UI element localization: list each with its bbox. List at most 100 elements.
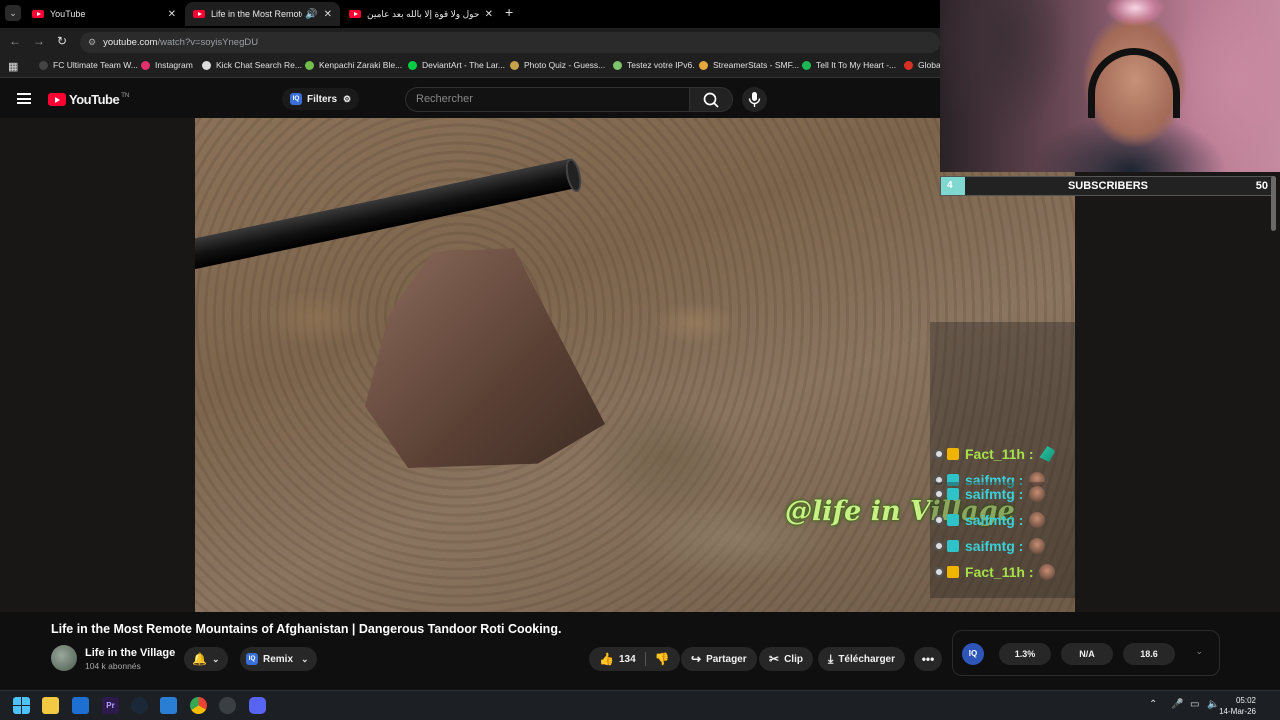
- back-icon[interactable]: ←: [9, 34, 21, 48]
- scrollbar[interactable]: [1271, 176, 1276, 231]
- premiere-pro-icon[interactable]: Pr: [102, 697, 119, 714]
- chat-username: Fact_11h :: [965, 564, 1034, 580]
- tab-active-video[interactable]: Life in the Most Remote Mo 🔊 ✕: [185, 2, 340, 26]
- scissors-icon: ✂: [769, 652, 780, 666]
- display-tray-icon[interactable]: ▭: [1190, 699, 1199, 710]
- channel-subscriber-count: 104 k abonnés: [85, 661, 141, 671]
- bookmark-photo-quiz[interactable]: Photo Quiz - Guess...: [510, 60, 605, 70]
- divider: [644, 652, 646, 666]
- bookmark-kenpachi[interactable]: Kenpachi Zaraki Ble...: [305, 60, 402, 70]
- tab-youtube[interactable]: YouTube ✕: [24, 2, 184, 26]
- discord-icon[interactable]: [249, 697, 266, 714]
- forward-icon[interactable]: →: [33, 34, 45, 48]
- youtube-logo[interactable]: YouTube TN: [48, 92, 129, 107]
- voice-search-button[interactable]: [742, 87, 767, 112]
- remix-label: Remix: [263, 653, 294, 665]
- speaker-icon[interactable]: 🔊: [305, 9, 317, 20]
- bookmark-label: Kick Chat Search Re...: [216, 60, 302, 70]
- volume-tray-icon[interactable]: 🔈: [1207, 699, 1219, 710]
- like-dislike-group: 👍 134 👎: [589, 647, 680, 671]
- battlenet-icon[interactable]: [160, 697, 177, 714]
- channel-name[interactable]: Life in the Village: [85, 647, 175, 659]
- reload-icon[interactable]: ↻: [57, 34, 67, 48]
- thumbs-down-icon[interactable]: 👎: [655, 652, 670, 666]
- clock-date: 14-Mar-26: [1219, 707, 1256, 716]
- tab-arabic-video[interactable]: ولا حول ولا قوة إلا بالله بعد عامين ✕: [341, 2, 501, 26]
- chat-username: saifmtg :: [965, 538, 1024, 554]
- bookmark-label: Photo Quiz - Guess...: [524, 60, 606, 70]
- youtube-favicon-icon: [32, 10, 44, 18]
- more-actions-button[interactable]: •••: [914, 647, 942, 671]
- site-info-icon[interactable]: ⚙: [88, 37, 96, 48]
- new-tab-button[interactable]: +: [505, 4, 513, 20]
- bookmark-deviantart[interactable]: DeviantArt - The Lar...: [408, 60, 505, 70]
- tab-title: Life in the Most Remote Mo: [211, 9, 302, 19]
- more-icon: •••: [921, 652, 935, 666]
- stream-chat-overlay-lower: saifmtg : saifmtg : saifmtg : Fact_11h :: [930, 482, 1075, 598]
- bookmark-favicon-icon: [613, 60, 622, 70]
- webcam-overlay: [940, 0, 1280, 172]
- close-tab-icon[interactable]: ✕: [485, 9, 493, 20]
- youtube-play-icon: [48, 93, 66, 106]
- chat-badge-icon: [934, 515, 944, 525]
- iq-stats-widget: IQ 1.3% N/A 18.6 ⌄: [952, 630, 1220, 676]
- like-count[interactable]: 134: [619, 654, 636, 665]
- search-button[interactable]: [689, 87, 733, 112]
- address-bar[interactable]: ⚙ youtube.com/watch?v=soyisYnegDU: [80, 32, 940, 53]
- download-button[interactable]: ⤓ Télécharger: [818, 647, 906, 671]
- close-tab-icon[interactable]: ✕: [324, 9, 332, 20]
- channel-avatar[interactable]: [51, 645, 77, 671]
- chat-username: saifmtg :: [965, 512, 1024, 528]
- search-input[interactable]: Rechercher: [405, 87, 690, 112]
- bookmark-kick-chat[interactable]: Kick Chat Search Re...: [202, 60, 302, 70]
- thumbs-up-icon[interactable]: 👍: [599, 652, 614, 666]
- bookmark-favicon-icon: [202, 60, 211, 70]
- chevron-down-icon[interactable]: ⌄: [1195, 646, 1203, 657]
- bookmark-fc-ultimate[interactable]: FC Ultimate Team W...: [39, 60, 138, 70]
- gift-badge-icon: [947, 488, 959, 500]
- bookmark-ipv6[interactable]: Testez votre IPv6.: [613, 60, 695, 70]
- microphone-tray-icon[interactable]: 🎤: [1171, 699, 1183, 710]
- chat-message: Fact_11h :: [934, 442, 1056, 466]
- bookmark-instagram[interactable]: Instagram: [141, 60, 193, 70]
- crown-badge-icon: [947, 448, 959, 460]
- download-icon: ⤓: [828, 651, 834, 666]
- chat-badge-icon: [934, 541, 944, 551]
- tab-title: YouTube: [50, 9, 86, 19]
- bookmark-label: DeviantArt - The Lar...: [422, 60, 505, 70]
- bookmark-favicon-icon: [39, 60, 48, 70]
- windows-start-icon[interactable]: [13, 697, 30, 714]
- bookmark-label: StreamerStats - SMF...: [713, 60, 799, 70]
- browser-toolbar: ← → ↻ ⚙ youtube.com/watch?v=soyisYnegDU: [0, 28, 940, 56]
- neon-lamp-image: [1100, 0, 1170, 40]
- tab-title: ولا حول ولا قوة إلا بالله بعد عامين: [367, 8, 479, 19]
- share-button[interactable]: ↪ Partager: [681, 647, 757, 671]
- file-explorer-icon[interactable]: [42, 697, 59, 714]
- clip-button[interactable]: ✂ Clip: [759, 647, 813, 671]
- chat-badge-icon: [934, 567, 944, 577]
- youtube-header: YouTube TN IQ Filters ⚙ Rechercher: [0, 80, 940, 118]
- chat-message: saifmtg :: [934, 534, 1046, 558]
- bookmark-favicon-icon: [305, 60, 314, 70]
- sliders-icon: ⚙: [343, 93, 352, 104]
- bookmark-label: Globa: [918, 60, 941, 70]
- filters-button[interactable]: IQ Filters ⚙: [282, 88, 360, 110]
- menu-icon[interactable]: [17, 93, 31, 104]
- bookmark-global[interactable]: Globa: [904, 60, 941, 70]
- system-clock[interactable]: 05:02 14-Mar-26: [1219, 695, 1256, 717]
- chrome-icon[interactable]: [190, 697, 207, 714]
- remix-button[interactable]: IQ Remix ⌄: [240, 647, 317, 671]
- apps-grid-icon[interactable]: ▦: [8, 60, 18, 73]
- bookmark-favicon-icon: [510, 60, 519, 70]
- chevron-up-icon[interactable]: ⌃: [1149, 699, 1157, 710]
- tab-search-button[interactable]: ⌄: [5, 5, 21, 21]
- close-tab-icon[interactable]: ✕: [168, 9, 176, 20]
- outlook-icon[interactable]: [72, 697, 89, 714]
- bookmark-streamerstats[interactable]: StreamerStats - SMF...: [699, 60, 799, 70]
- app-icon[interactable]: [219, 697, 236, 714]
- notifications-button[interactable]: 🔔 ⌄: [184, 647, 228, 671]
- bookmark-tell-it-to-my-heart[interactable]: Tell It To My Heart -...: [802, 60, 896, 70]
- video-letterbox-left: [0, 118, 195, 612]
- steam-icon[interactable]: [131, 697, 148, 714]
- iq-stat-na: N/A: [1061, 643, 1113, 665]
